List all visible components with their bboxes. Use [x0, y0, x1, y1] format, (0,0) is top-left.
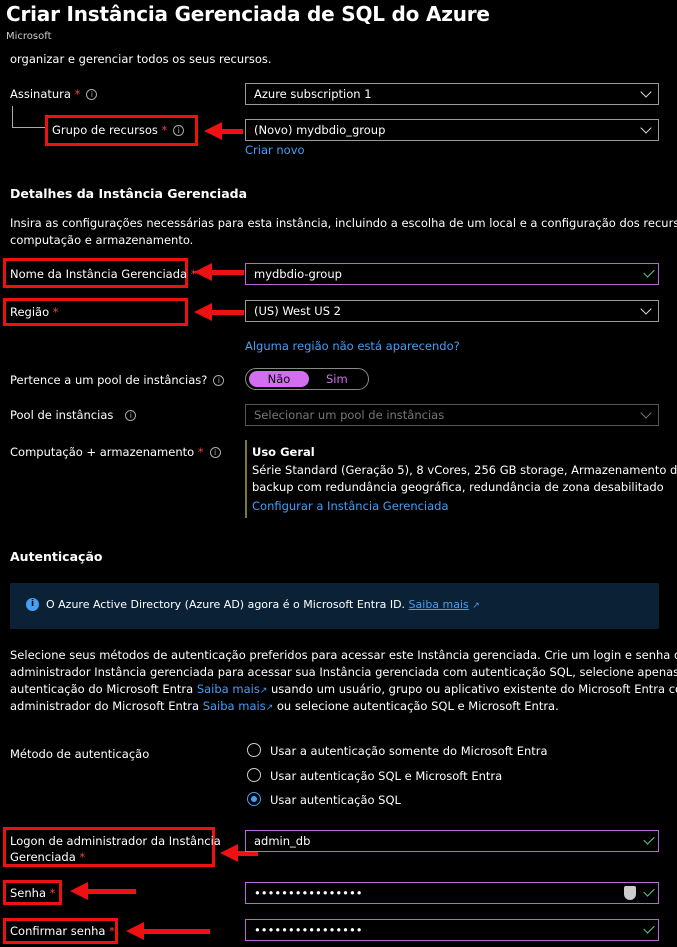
checkmark-icon — [643, 922, 655, 934]
pool-member-label: Pertence a um pool de instâncias? i — [10, 373, 225, 387]
admin-login-label: Logon de administrador da Instância — [10, 834, 221, 848]
tree-connector — [12, 106, 13, 127]
confirm-password-input[interactable]: •••••••••••••••• — [245, 919, 659, 941]
details-description: computação e armazenamento. — [10, 233, 194, 247]
external-link-icon: ↗ — [265, 703, 274, 713]
subscription-dropdown[interactable]: Azure subscription 1 — [245, 83, 659, 105]
confirm-password-label: Confirmar senha * — [10, 924, 115, 938]
admin-login-input[interactable]: admin_db — [245, 830, 659, 852]
banner-learn-more-link[interactable]: Saiba mais — [409, 598, 469, 611]
annotation-arrow — [194, 303, 244, 321]
compute-details: Série Standard (Geração 5), 8 vCores, 25… — [252, 463, 677, 477]
banner-text: O Azure Active Directory (Azure AD) agor… — [46, 598, 406, 611]
shield-icon — [624, 886, 636, 900]
info-icon[interactable]: i — [173, 125, 185, 136]
tree-connector — [12, 127, 46, 128]
compute-label: Computação + armazenamento * i — [10, 445, 221, 459]
checkmark-icon — [643, 885, 655, 897]
compute-tier: Uso Geral — [252, 445, 315, 459]
create-new-link[interactable]: Criar novo — [245, 143, 305, 157]
learn-more-link[interactable]: Saiba mais — [197, 682, 260, 696]
auth-description: Selecione seus métodos de autenticação p… — [10, 648, 677, 662]
intro-text: organizar e gerenciar todos os seus recu… — [10, 52, 272, 66]
toggle-option-no[interactable]: Não — [249, 371, 309, 387]
details-description: Insira as configurações necessárias para… — [10, 216, 677, 230]
radio-sql-and-entra[interactable] — [247, 768, 261, 782]
chevron-down-icon — [640, 303, 652, 315]
annotation-arrow — [204, 122, 243, 140]
auth-method-label: Método de autenticação — [10, 747, 150, 761]
info-banner: i O Azure Active Directory (Azure AD) ag… — [10, 583, 659, 629]
auth-description: administrador do Microsoft Entra Saiba m… — [10, 699, 559, 713]
configure-instance-link[interactable]: Configurar a Instância Gerenciada — [252, 499, 449, 513]
checkmark-icon — [643, 266, 655, 278]
info-icon: i — [26, 598, 39, 611]
auth-heading: Autenticação — [10, 549, 103, 564]
info-icon[interactable]: i — [209, 447, 221, 458]
pool-member-toggle[interactable]: Não Sim — [245, 368, 369, 390]
resource-group-label: Grupo de recursos * i — [52, 123, 185, 137]
chevron-down-icon — [640, 86, 652, 98]
radio-label: Usar autenticação SQL e Microsoft Entra — [270, 769, 503, 783]
pool-dropdown[interactable]: Selecionar um pool de instâncias — [245, 404, 659, 426]
learn-more-link[interactable]: Saiba mais — [203, 699, 266, 713]
radio-label: Usar autenticação SQL — [270, 793, 401, 807]
region-label: Região * — [10, 305, 59, 319]
admin-login-label: Gerenciada * — [10, 850, 86, 864]
page-title: Criar Instância Gerenciada de SQL do Azu… — [6, 2, 490, 26]
info-icon[interactable]: i — [213, 375, 225, 386]
toggle-option-yes[interactable]: Sim — [326, 371, 348, 387]
checkmark-icon — [643, 833, 655, 845]
password-input[interactable]: •••••••••••••••• — [245, 882, 659, 904]
info-icon[interactable]: i — [86, 89, 98, 100]
instance-name-input[interactable]: mydbdio-group — [245, 263, 659, 285]
missing-region-link[interactable]: Alguma região não está aparecendo? — [245, 339, 460, 353]
chevron-down-icon — [640, 122, 652, 134]
region-dropdown[interactable]: (US) West US 2 — [245, 300, 659, 322]
pool-label: Pool de instâncias i — [10, 408, 137, 422]
auth-description: administrador Instância gerenciada para … — [10, 665, 677, 679]
compute-details: backup com redundância geográfica, redun… — [252, 480, 664, 494]
password-label: Senha * — [10, 886, 56, 900]
instance-name-label: Nome da Instância Gerenciada * — [10, 267, 196, 281]
annotation-arrow — [194, 263, 244, 281]
info-icon[interactable]: i — [125, 410, 137, 421]
radio-entra-only[interactable] — [247, 743, 261, 757]
details-heading: Detalhes da Instância Gerenciada — [10, 186, 248, 201]
chevron-down-icon — [640, 407, 652, 419]
publisher-label: Microsoft — [6, 31, 52, 42]
more-options-icon[interactable]: ··· — [468, 4, 481, 20]
compute-accent-bar — [245, 440, 247, 518]
external-link-icon: ↗ — [259, 686, 268, 696]
resource-group-dropdown[interactable]: (Novo) mydbdio_group — [245, 119, 659, 141]
annotation-arrow — [126, 922, 210, 940]
radio-sql-only[interactable] — [247, 792, 261, 806]
radio-label: Usar a autenticação somente do Microsoft… — [270, 744, 548, 758]
auth-method-radio-group: Usar a autenticação somente do Microsoft… — [246, 743, 660, 813]
annotation-arrow — [70, 882, 136, 900]
external-link-icon: ↗ — [472, 601, 480, 611]
subscription-label: Assinatura * i — [10, 87, 98, 101]
